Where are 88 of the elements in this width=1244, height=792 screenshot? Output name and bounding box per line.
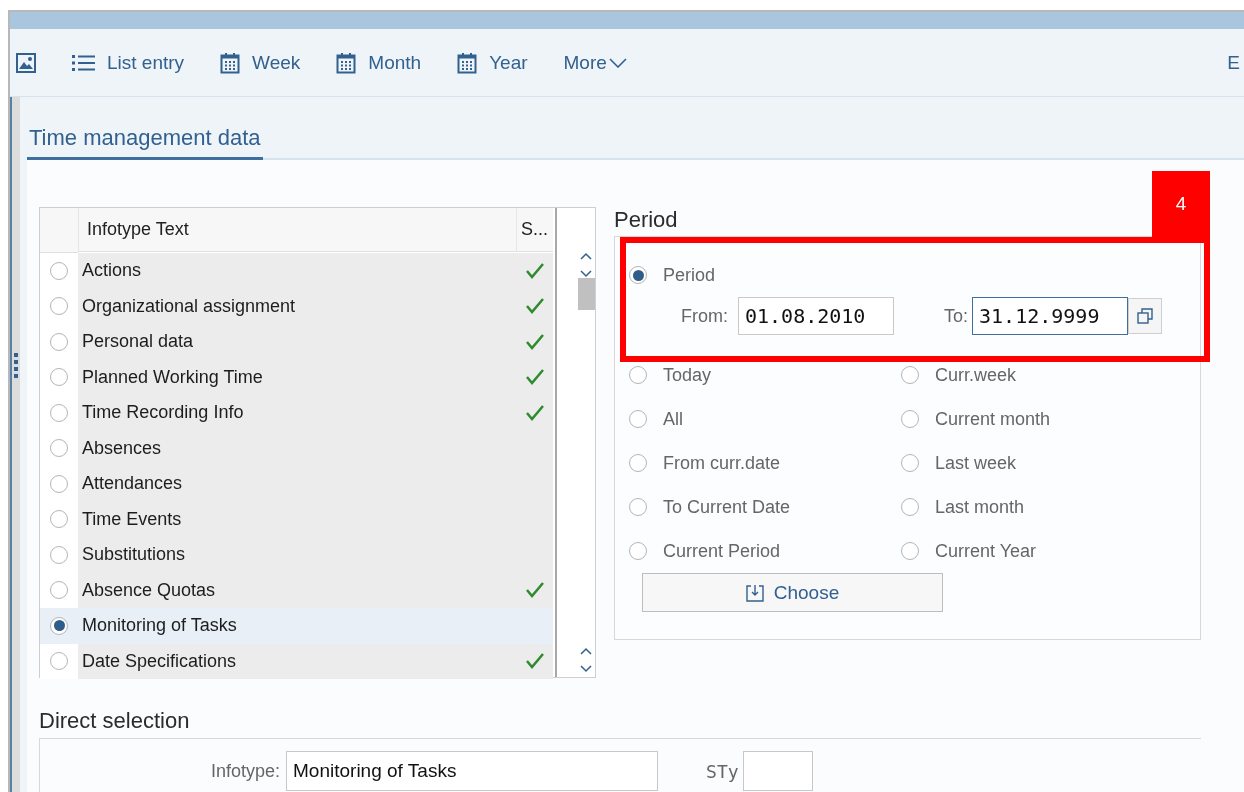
radio-button[interactable] bbox=[50, 474, 68, 493]
section-title: Direct selection bbox=[39, 708, 191, 734]
table-cell[interactable]: Attendances bbox=[78, 466, 516, 502]
infotype-label: Infotype: bbox=[211, 761, 281, 782]
table-cell[interactable]: Absence Quotas bbox=[78, 572, 516, 608]
radio-button[interactable] bbox=[50, 545, 68, 564]
radio-button[interactable] bbox=[629, 498, 647, 516]
column-header[interactable]: Infotype Text bbox=[78, 208, 516, 252]
copy-button[interactable] bbox=[1128, 298, 1162, 334]
radio-button[interactable] bbox=[50, 439, 68, 458]
check-icon bbox=[525, 298, 544, 315]
toolbar-button[interactable]: E bbox=[1227, 51, 1240, 74]
choose-button[interactable]: Choose bbox=[642, 573, 943, 612]
from-date-field[interactable]: 01.08.2010 bbox=[738, 297, 894, 335]
check-icon bbox=[525, 404, 544, 421]
option-label: Today bbox=[663, 364, 712, 386]
radio-button[interactable] bbox=[629, 542, 647, 560]
select-icon bbox=[745, 583, 764, 602]
subtype-label: STy bbox=[706, 761, 739, 782]
option-label: Period bbox=[663, 264, 716, 286]
from-label: From: bbox=[681, 305, 728, 327]
option-label: Current Year bbox=[935, 540, 1037, 562]
table-cell[interactable]: Time Events bbox=[78, 501, 516, 537]
toolbar-button[interactable]: Month bbox=[336, 51, 422, 74]
radio-button[interactable] bbox=[50, 403, 68, 422]
check-icon bbox=[525, 369, 544, 386]
scrollbar-thumb[interactable] bbox=[577, 278, 595, 310]
table-cell[interactable]: Substitutions bbox=[78, 537, 516, 573]
radio-button[interactable] bbox=[50, 297, 68, 316]
check-icon bbox=[525, 582, 544, 599]
check-icon bbox=[525, 333, 544, 350]
option-label: From curr.date bbox=[663, 452, 781, 474]
option-label: Last week bbox=[935, 452, 1017, 474]
scroll-up-down-icon bbox=[580, 252, 592, 278]
table-cell[interactable]: Monitoring of Tasks bbox=[78, 608, 516, 644]
radio-button[interactable] bbox=[50, 616, 68, 635]
radio-button[interactable] bbox=[629, 266, 647, 284]
radio-button[interactable] bbox=[901, 366, 919, 384]
radio-button[interactable] bbox=[901, 498, 919, 516]
subtype-field[interactable] bbox=[742, 751, 813, 791]
radio-button[interactable] bbox=[50, 261, 68, 280]
option-label: Last month bbox=[935, 496, 1025, 518]
more-menu-button[interactable]: More bbox=[563, 51, 627, 74]
radio-button[interactable] bbox=[50, 332, 68, 351]
radio-button[interactable] bbox=[50, 368, 68, 387]
option-label: Current month bbox=[935, 408, 1051, 430]
picture-icon bbox=[16, 52, 36, 73]
table-cell[interactable]: Organizational assignment bbox=[78, 288, 516, 324]
check-icon bbox=[525, 262, 544, 279]
radio-button[interactable] bbox=[629, 410, 647, 428]
table-cell[interactable]: Actions bbox=[78, 253, 516, 289]
radio-button[interactable] bbox=[50, 652, 68, 671]
grip-icon bbox=[14, 352, 18, 379]
picture-button[interactable] bbox=[16, 52, 36, 73]
table-cell[interactable]: Time Recording Info bbox=[78, 395, 516, 431]
calendar-icon bbox=[457, 51, 478, 74]
table-cell[interactable]: Personal data bbox=[78, 324, 516, 360]
chevron-down-icon bbox=[608, 57, 627, 68]
section-title: Period bbox=[614, 207, 679, 234]
column-header[interactable]: S... bbox=[516, 208, 553, 252]
toolbar-button[interactable]: Week bbox=[220, 51, 301, 74]
radio-button[interactable] bbox=[50, 581, 68, 600]
table-cell[interactable]: Date Specifications bbox=[78, 643, 516, 679]
step-number-badge: 4 bbox=[1152, 171, 1210, 238]
infotype-field[interactable]: Monitoring of Tasks bbox=[286, 751, 659, 791]
radio-button[interactable] bbox=[901, 542, 919, 560]
list-icon bbox=[72, 53, 95, 72]
radio-button[interactable] bbox=[901, 410, 919, 428]
option-label: All bbox=[663, 408, 683, 430]
calendar-icon bbox=[220, 51, 241, 74]
radio-button[interactable] bbox=[629, 366, 647, 384]
scroll-up-down-icon bbox=[580, 647, 592, 673]
option-label: Current Period bbox=[663, 540, 781, 562]
toolbar-button[interactable]: Year bbox=[457, 51, 528, 74]
table-cell[interactable]: Absences bbox=[78, 430, 516, 466]
option-label: To Current Date bbox=[663, 496, 791, 518]
calendar-icon bbox=[336, 51, 357, 74]
to-label: To: bbox=[944, 305, 968, 327]
radio-button[interactable] bbox=[50, 510, 68, 529]
check-icon bbox=[525, 653, 544, 670]
radio-button[interactable] bbox=[901, 454, 919, 472]
option-label: Curr.week bbox=[935, 364, 1017, 386]
to-date-field[interactable]: 31.12.9999 bbox=[972, 297, 1128, 335]
toolbar-button[interactable]: List entry bbox=[72, 51, 185, 74]
splitter-handle[interactable] bbox=[10, 97, 20, 792]
radio-button[interactable] bbox=[629, 454, 647, 472]
table-cell[interactable]: Planned Working Time bbox=[78, 359, 516, 395]
copy-icon bbox=[1137, 308, 1153, 324]
